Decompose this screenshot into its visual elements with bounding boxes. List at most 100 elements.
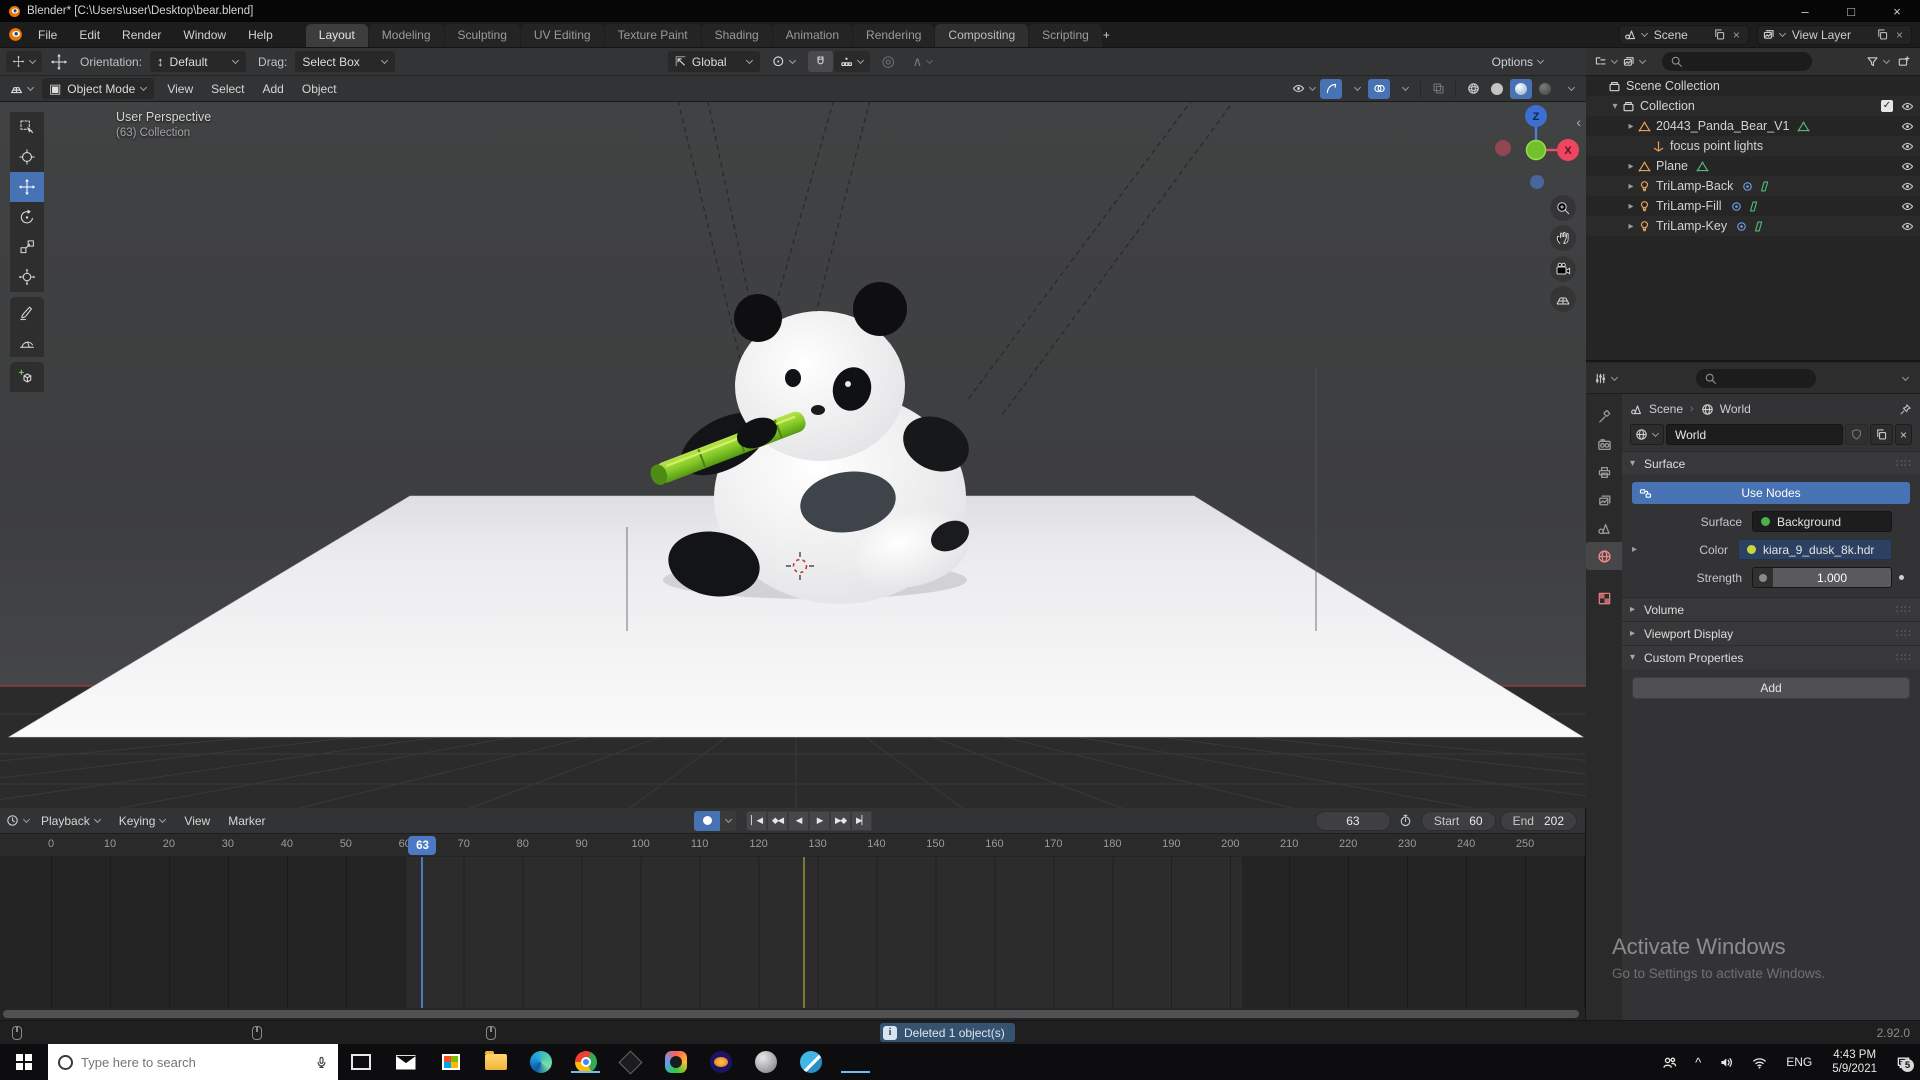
next-keyframe-button[interactable]: ▶◆ [830, 810, 851, 831]
jump-to-start-button[interactable]: ▏◀ [746, 810, 767, 831]
view-layer-selector[interactable]: View Layer × [1756, 24, 1912, 45]
properties-tab-tool[interactable] [1586, 402, 1622, 430]
pan-button[interactable] [1550, 225, 1576, 251]
timeline-ruler[interactable]: 0 10 20 30 40 50 60 70 80 90 100 110 120 130 140 150 160… [0, 834, 1585, 857]
gimp[interactable] [743, 1051, 788, 1073]
xray-toggle[interactable] [1427, 79, 1449, 99]
fake-user-shield-button[interactable] [1844, 424, 1868, 445]
tool-annotate[interactable] [10, 297, 44, 327]
shading-material-button[interactable] [1510, 78, 1532, 99]
browse-world-dropdown[interactable] [1630, 424, 1664, 445]
edge[interactable] [518, 1051, 563, 1073]
hide-eye-icon[interactable] [1901, 140, 1914, 153]
shading-dropdown[interactable] [1558, 79, 1580, 99]
color-value-field[interactable]: kiara_9_dusk_8k.hdr [1738, 539, 1892, 560]
viewport-menu-item[interactable]: Select [202, 82, 253, 96]
krita[interactable] [788, 1051, 833, 1073]
use-nodes-button[interactable]: Use Nodes [1632, 482, 1910, 504]
properties-options-dropdown[interactable] [1892, 369, 1914, 389]
gizmo-y-axis[interactable] [1525, 139, 1547, 161]
auto-keying-button[interactable] [694, 810, 720, 831]
properties-tab-output[interactable] [1586, 458, 1622, 486]
properties-tab-render[interactable] [1586, 430, 1622, 458]
orientation-dropdown[interactable]: ↕ Default [150, 51, 247, 72]
tool-scale[interactable] [10, 232, 44, 262]
outliner-search-input[interactable] [1662, 52, 1812, 71]
workspace-tab[interactable]: Rendering [853, 24, 935, 47]
strength-slider[interactable]: 1.000 [1752, 567, 1892, 588]
blender[interactable] [833, 1051, 878, 1073]
surface-shader-field[interactable]: Background [1752, 511, 1892, 532]
object-name[interactable]: focus point lights [1670, 139, 1763, 153]
outliner-row[interactable]: focus point lights [1586, 136, 1920, 156]
menubar-item[interactable]: Window [172, 22, 237, 47]
color-expand-arrow[interactable]: ▸ [1632, 544, 1646, 555]
viewport-menu-item[interactable]: Object [293, 82, 346, 96]
menubar-item[interactable]: File [27, 22, 68, 47]
object-name[interactable]: TriLamp-Back [1656, 179, 1733, 193]
hide-eye-icon[interactable] [1901, 220, 1914, 233]
workspace-tab[interactable]: Animation [772, 24, 853, 47]
show-hidden-icons-chevron[interactable]: ^ [1686, 1055, 1710, 1070]
editor-type-dropdown[interactable] [4, 78, 40, 99]
gizmos-dropdown[interactable] [1344, 79, 1366, 99]
menubar-item[interactable]: Edit [68, 22, 111, 47]
menubar-item[interactable]: Render [111, 22, 172, 47]
breadcrumb-scene[interactable]: Scene [1630, 402, 1683, 416]
workspace-tab[interactable]: Scripting [1029, 24, 1102, 47]
outliner-row[interactable]: ▾ Collection ✓ [1586, 96, 1920, 116]
snap-target-dropdown[interactable] [833, 51, 870, 72]
minimize-button[interactable]: – [1782, 0, 1828, 22]
previous-keyframe-button[interactable]: ◆◀ [767, 810, 788, 831]
world-name-field[interactable]: World [1666, 424, 1843, 445]
resolve[interactable] [653, 1051, 698, 1073]
object-name[interactable]: TriLamp-Key [1656, 219, 1727, 233]
workspace-tab[interactable]: Sculpting [444, 24, 520, 47]
properties-search-input[interactable] [1696, 369, 1816, 388]
properties-tab-texture[interactable] [1586, 584, 1622, 612]
taskbar-search[interactable] [48, 1044, 338, 1080]
shading-rendered-button[interactable] [1534, 79, 1556, 99]
taskbar-clock[interactable]: 4:43 PM 5/9/2021 [1822, 1048, 1887, 1077]
surface-panel-header[interactable]: ▾ Surface ∷∷ [1622, 451, 1920, 475]
timeline-hscrollbar[interactable] [0, 1008, 1585, 1020]
tool-3d-cursor[interactable] [10, 142, 44, 172]
collection-checkbox[interactable]: ✓ [1881, 100, 1893, 112]
timeline-dopesheet-area[interactable] [0, 857, 1585, 1008]
status-report[interactable]: i Deleted 1 object(s) [880, 1023, 1015, 1042]
outliner-row[interactable]: ▸ Plane [1586, 156, 1920, 176]
transform-orientation-dropdown[interactable]: ⇱ Global [668, 51, 760, 72]
expand-arrow[interactable]: ▸ [1624, 121, 1638, 132]
3d-viewport-canvas[interactable]: Z X [0, 91, 1920, 809]
properties-panel-header[interactable]: ▾ Custom Properties ∷∷ [1622, 645, 1920, 669]
new-view-layer-icon[interactable] [1873, 28, 1892, 41]
shading-wireframe-button[interactable] [1462, 79, 1484, 99]
explorer[interactable] [473, 1051, 518, 1070]
hide-eye-icon[interactable] [1901, 100, 1914, 113]
auto-keying-dropdown[interactable] [720, 810, 736, 831]
active-tool-dropdown[interactable] [6, 51, 42, 72]
taskbar-search-input[interactable] [81, 1054, 307, 1070]
notification-center-icon[interactable]: 5 [1887, 1055, 1920, 1072]
options-dropdown[interactable]: Options [1492, 55, 1545, 69]
properties-panel-header[interactable]: ▸ Volume ∷∷ [1622, 597, 1920, 621]
animate-decorator-dot[interactable] [1898, 575, 1904, 580]
timeline-menu-item[interactable]: Marker [219, 814, 274, 828]
tool-move[interactable] [10, 172, 44, 202]
object-name[interactable]: Collection [1640, 99, 1695, 113]
overlays-toggle[interactable] [1368, 78, 1390, 99]
gizmos-toggle[interactable] [1320, 78, 1342, 99]
proportional-editing-toggle[interactable]: ◎ [876, 51, 901, 72]
playhead-line[interactable] [421, 857, 424, 1008]
viewport-menu-item[interactable]: View [158, 82, 202, 96]
hide-eye-icon[interactable] [1901, 200, 1914, 213]
mail[interactable] [383, 1054, 428, 1070]
tool-select-box[interactable] [10, 112, 44, 142]
workspace-tab[interactable]: Shading [701, 24, 772, 47]
breadcrumb-world[interactable]: World [1701, 402, 1751, 416]
object-name[interactable]: 20443_Panda_Bear_V1 [1656, 119, 1789, 133]
workspace-tab[interactable]: Texture Paint [604, 24, 701, 47]
outliner-row[interactable]: ▸ TriLamp-Back [1586, 176, 1920, 196]
outliner-row[interactable]: ▸ TriLamp-Key [1586, 216, 1920, 236]
outliner-filter-dropdown[interactable] [1864, 52, 1892, 72]
